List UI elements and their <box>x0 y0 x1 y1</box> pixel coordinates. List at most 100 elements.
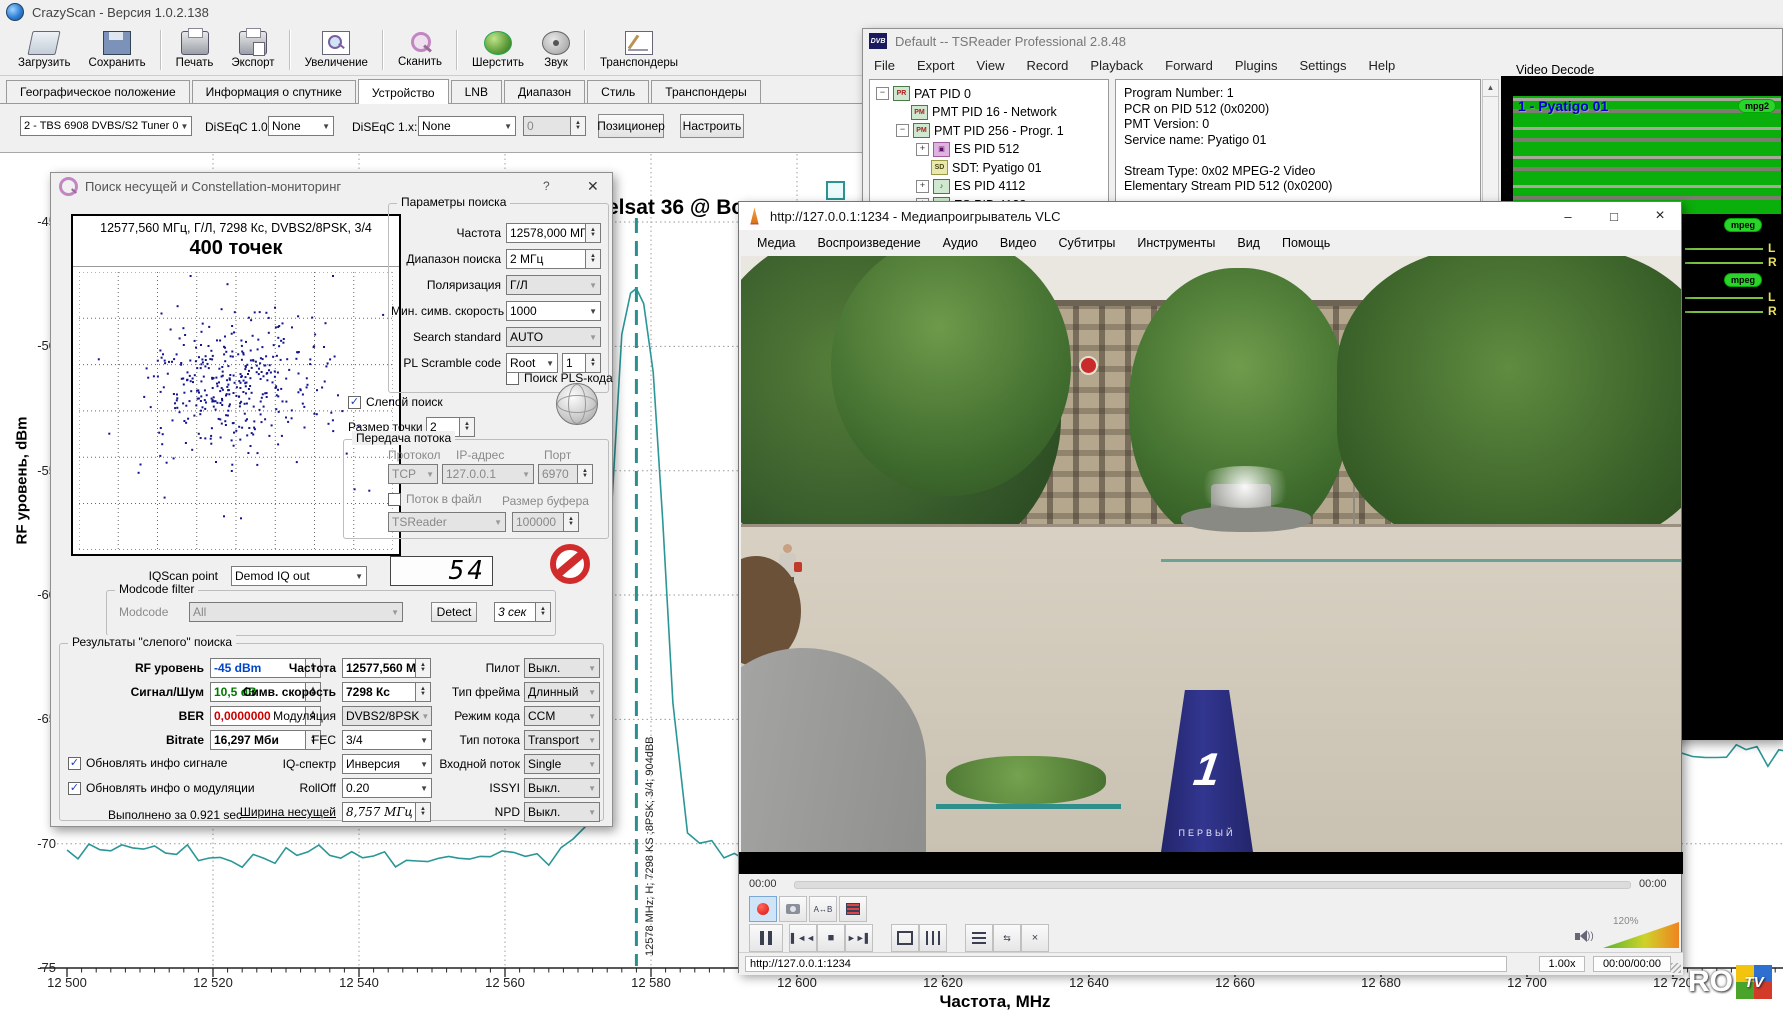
expand-toggle[interactable]: + <box>916 143 929 156</box>
tree-item[interactable]: PMPMT PID 16 - Network <box>896 105 1057 120</box>
tree-item[interactable]: +♪ES PID 4112 <box>916 179 1025 194</box>
info-line: Program Number: 1 <box>1124 86 1472 102</box>
vlc-menu-инструменты[interactable]: Инструменты <box>1127 233 1225 253</box>
loop-button[interactable]: ⇆ <box>993 924 1021 952</box>
result-select[interactable]: Transport▼ <box>524 730 600 750</box>
checkbox-box[interactable]: ✓ <box>348 396 361 409</box>
detect-interval-field[interactable]: 3 сек <box>494 602 536 622</box>
spinner[interactable]: ▲▼ <box>585 223 601 243</box>
expand-toggle[interactable]: + <box>916 180 929 193</box>
iqscan-select[interactable]: Demod IQ out▼ <box>231 566 367 586</box>
vlc-menu-видео[interactable]: Видео <box>990 233 1047 253</box>
loop-ab-button[interactable]: A↔B <box>809 896 837 922</box>
resize-grip[interactable] <box>1671 963 1681 973</box>
checkbox-box[interactable] <box>388 493 401 506</box>
frame-button[interactable] <box>839 896 867 922</box>
vlc-menu-субтитры[interactable]: Субтитры <box>1048 233 1125 253</box>
pl-scramble-code-field[interactable]: 1 <box>562 353 586 373</box>
expand-toggle[interactable]: − <box>896 124 909 137</box>
pl-scramble-select[interactable]: Root▼ <box>506 353 558 373</box>
previous-button[interactable]: ▌◄◄ <box>789 924 817 952</box>
vlc-menu-вид[interactable]: Вид <box>1227 233 1270 253</box>
checkbox-box[interactable]: ✓ <box>68 757 81 770</box>
vlc-menu-аудио[interactable]: Аудио <box>933 233 988 253</box>
minimize-button[interactable]: – <box>1551 203 1585 229</box>
tsreader-titlebar[interactable]: DVB Default -- TSReader Professional 2.8… <box>863 29 1782 53</box>
pls-search-checkbox[interactable]: Поиск PLS-кода <box>506 371 613 385</box>
result-select[interactable]: Выкл.▼ <box>524 802 600 822</box>
tsreader-menu-record[interactable]: Record <box>1017 56 1077 75</box>
record-button[interactable] <box>749 896 777 922</box>
dialog-titlebar[interactable]: Поиск несущей и Constellation-мониторинг <box>51 173 612 199</box>
vlc-video-area[interactable]: 1 ПЕРВЫЙ <box>741 256 1681 852</box>
vlc-menu-помощь[interactable]: Помощь <box>1272 233 1340 253</box>
param-select-4[interactable]: 1000▼ <box>506 301 601 321</box>
dot-size-spinner[interactable]: ▲▼ <box>459 417 475 437</box>
param-field-2[interactable]: 2 МГц <box>506 249 586 269</box>
checkbox-box[interactable] <box>506 372 519 385</box>
result-select[interactable]: 3/4▼ <box>342 730 432 750</box>
stop-button[interactable]: ■ <box>817 924 845 952</box>
vlc-menu-воспроизведение[interactable]: Воспроизведение <box>807 233 930 253</box>
result-select[interactable]: Инверсия▼ <box>342 754 432 774</box>
fullscreen-button[interactable] <box>891 924 919 952</box>
blind-search-checkbox[interactable]: ✓ Слепой поиск <box>348 395 443 409</box>
tsreader-menu-export[interactable]: Export <box>908 56 964 75</box>
tree-item[interactable]: +▣ES PID 512 <box>916 142 1019 157</box>
playlist-button[interactable] <box>965 924 993 952</box>
tsreader-menu-settings[interactable]: Settings <box>1290 56 1355 75</box>
result-select[interactable]: Длинный▼ <box>524 682 600 702</box>
chart-marker-square[interactable] <box>826 181 845 200</box>
close-button[interactable]: × <box>1643 203 1677 229</box>
ip-select[interactable]: 127.0.0.1▼ <box>442 464 534 484</box>
reader-select[interactable]: TSReader▼ <box>388 512 506 532</box>
stream-url-field[interactable]: http://127.0.0.1:1234 <box>745 956 1507 972</box>
tsreader-menu-forward[interactable]: Forward <box>1156 56 1222 75</box>
detect-interval-spinner[interactable]: ▲▼ <box>535 602 551 622</box>
result-select[interactable]: 0.20▼ <box>342 778 432 798</box>
update-info-checkbox[interactable]: ✓Обновлять инфо сигнале <box>68 756 227 770</box>
playback-rate[interactable]: 1.00x <box>1539 956 1585 972</box>
volume-icon[interactable]: )) <box>1575 930 1594 942</box>
equalizer-button[interactable] <box>919 924 947 952</box>
param-select-5[interactable]: AUTO▼ <box>506 327 601 347</box>
tree-item[interactable]: SDSDT: Pyatigo 01 <box>916 160 1042 175</box>
pause-button[interactable] <box>749 924 783 952</box>
param-field-1[interactable]: 12578,000 МГц <box>506 223 586 243</box>
result-select[interactable]: Выкл.▼ <box>524 778 600 798</box>
spinner[interactable]: ▲▼ <box>585 249 601 269</box>
vlc-menu-медиа[interactable]: Медиа <box>747 233 805 253</box>
modcode-select[interactable]: All▼ <box>189 602 403 622</box>
pl-scramble-spinner[interactable]: ▲▼ <box>585 353 601 373</box>
port-spinner[interactable]: ▲▼ <box>577 464 593 484</box>
shuffle-button[interactable]: × <box>1021 924 1049 952</box>
detect-button[interactable]: Detect <box>431 602 477 622</box>
stream-to-file-checkbox[interactable]: Поток в файл <box>388 492 482 506</box>
result-select[interactable]: Выкл.▼ <box>524 658 600 678</box>
next-button[interactable]: ►►▌ <box>845 924 873 952</box>
expand-toggle[interactable]: − <box>876 87 889 100</box>
checkbox-box[interactable]: ✓ <box>68 782 81 795</box>
tsreader-menu-playback[interactable]: Playback <box>1081 56 1152 75</box>
stop-icon[interactable] <box>550 544 590 584</box>
maximize-button[interactable]: □ <box>1597 203 1631 229</box>
tsreader-menu-help[interactable]: Help <box>1359 56 1404 75</box>
result-select[interactable]: Single▼ <box>524 754 600 774</box>
vlc-titlebar[interactable]: http://127.0.0.1:1234 - Медиапроигрывате… <box>739 202 1681 230</box>
tree-item[interactable]: −PMPMT PID 256 - Progr. 1 <box>896 123 1064 138</box>
result-select[interactable]: CCM▼ <box>524 706 600 726</box>
param-select-3[interactable]: Г/Л▼ <box>506 275 601 295</box>
tree-item[interactable]: −PRPAT PID 0 <box>876 86 971 101</box>
result-select[interactable]: DVBS2/8PSK▼ <box>342 706 432 726</box>
protocol-select[interactable]: TCP▼ <box>388 464 438 484</box>
tsreader-menu-plugins[interactable]: Plugins <box>1226 56 1287 75</box>
tsreader-menu-file[interactable]: File <box>865 56 904 75</box>
port-field[interactable]: 6970 <box>538 464 578 484</box>
seek-slider[interactable] <box>794 881 1631 889</box>
dialog-help-button[interactable]: ? <box>543 179 550 193</box>
tsreader-menu-view[interactable]: View <box>968 56 1014 75</box>
dialog-close-button[interactable]: ✕ <box>587 178 599 195</box>
snapshot-button[interactable] <box>779 896 807 922</box>
buffer-field[interactable]: 100000 <box>512 512 564 532</box>
buffer-spinner[interactable]: ▲▼ <box>563 512 579 532</box>
